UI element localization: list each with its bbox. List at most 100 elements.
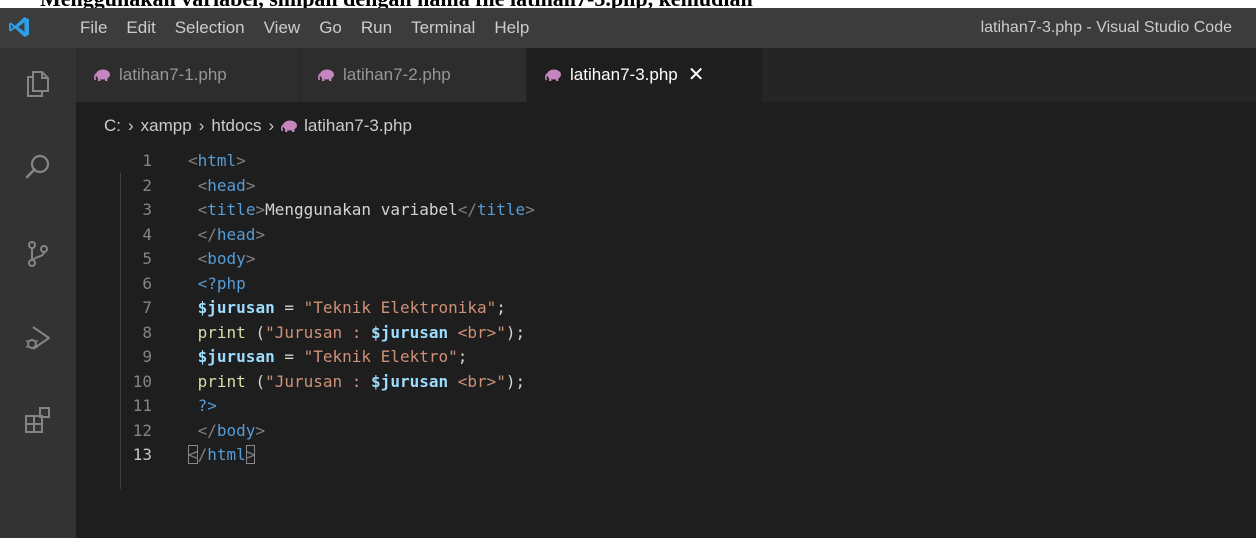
code-token: </ — [457, 200, 478, 219]
code-token: <br>" — [448, 322, 506, 342]
breadcrumb-folder-xampp[interactable]: xampp — [141, 116, 192, 136]
code-text: </body> — [188, 419, 265, 444]
code-line[interactable]: 8 print ("Jurusan : $jurusan <br>"); — [76, 321, 1256, 346]
menu-view[interactable]: View — [264, 18, 301, 38]
code-line[interactable]: 9 $jurusan = "Teknik Elektro"; — [76, 345, 1256, 370]
code-line[interactable]: 2 <head> — [76, 174, 1256, 199]
activity-source-control[interactable] — [18, 234, 58, 274]
code-text: print ("Jurusan : $jurusan <br>"); — [188, 370, 526, 395]
code-token: = — [274, 347, 304, 366]
code-token: = — [274, 298, 304, 317]
code-token: title — [207, 200, 256, 219]
breadcrumb-separator: › — [268, 116, 275, 135]
breadcrumb: C: › xampp › htdocs › latihan7-3.php — [104, 116, 412, 136]
code-token: "Teknik Elektronika" — [303, 298, 497, 317]
code-line[interactable]: 7 $jurusan = "Teknik Elektronika"; — [76, 296, 1256, 321]
document-caption-fragment: Menggunakan variabel, simpan dengan nama… — [0, 0, 1256, 8]
menu-edit[interactable]: Edit — [126, 18, 155, 38]
activity-extensions[interactable] — [18, 400, 58, 440]
code-token: "Jurusan : — [265, 322, 372, 342]
line-number: 7 — [142, 298, 152, 317]
code-token: ); — [505, 322, 526, 342]
code-line[interactable]: 13 </html> — [76, 443, 1256, 468]
close-icon[interactable]: ✕ — [688, 65, 705, 85]
code-token: html — [197, 151, 237, 170]
line-number: 9 — [142, 347, 152, 366]
code-text: <html> — [188, 149, 246, 174]
tab-label: latihan7-2.php — [343, 65, 451, 84]
activity-run-debug[interactable] — [18, 318, 58, 358]
code-line[interactable]: 10 print ("Jurusan : $jurusan <br>"); — [76, 370, 1256, 395]
code-token: <?php — [197, 273, 246, 293]
code-token: ); — [505, 371, 526, 391]
line-number: 8 — [142, 322, 152, 342]
line-number: 12 — [132, 420, 152, 440]
tab-latihan7-1[interactable]: latihan7-1.php — [76, 48, 300, 102]
line-number: 1 — [142, 151, 152, 170]
activity-bar — [0, 48, 76, 538]
code-token: ?> — [197, 396, 217, 415]
code-line[interactable]: 12 </body> — [76, 419, 1256, 444]
code-token: ( — [245, 322, 266, 342]
tab-label: latihan7-3.php — [570, 65, 678, 84]
code-line[interactable]: 3 <title>Menggunakan variabel</title> — [76, 198, 1256, 223]
code-token: > — [236, 151, 246, 170]
menu-terminal[interactable]: Terminal — [411, 18, 475, 38]
breadcrumb-file[interactable]: latihan7-3.php — [304, 116, 412, 136]
menu-file[interactable]: File — [80, 18, 107, 38]
code-line[interactable]: 5 <body> — [76, 247, 1256, 272]
line-number: 6 — [142, 273, 152, 293]
code-text: <body> — [188, 247, 256, 272]
php-elephant-icon — [281, 120, 298, 132]
menu-selection[interactable]: Selection — [175, 18, 245, 38]
code-token: > — [245, 249, 256, 268]
code-token: Menggunakan variabel — [265, 200, 458, 219]
code-text: <title>Menggunakan variabel</title> — [188, 198, 535, 223]
menu-run[interactable]: Run — [361, 18, 392, 38]
code-token: < — [197, 175, 208, 195]
code-token: > — [245, 445, 256, 464]
line-number: 11 — [132, 396, 152, 415]
code-token: head — [216, 224, 256, 244]
activity-explorer[interactable] — [18, 64, 58, 104]
code-line[interactable]: 6 <?php — [76, 272, 1256, 297]
menu-go[interactable]: Go — [319, 18, 342, 38]
line-number: 13 — [132, 445, 152, 464]
code-token: $jurusan — [197, 347, 275, 366]
tab-latihan7-3[interactable]: latihan7-3.php ✕ — [527, 48, 763, 102]
code-line[interactable]: 11 ?> — [76, 394, 1256, 419]
code-token: body — [207, 249, 246, 268]
tab-label: latihan7-1.php — [119, 65, 227, 84]
breadcrumb-separator: › — [128, 116, 134, 135]
title-bar: File Edit Selection View Go Run Terminal… — [0, 8, 1256, 48]
code-line[interactable]: 1 <html> — [76, 149, 1256, 174]
code-token: $jurusan — [371, 371, 449, 391]
php-elephant-icon — [545, 69, 561, 81]
code-editor[interactable]: 1 <html> 2 <head> 3 <title>Menggunakan vari… — [76, 149, 1256, 468]
code-text: <head> — [188, 174, 256, 199]
code-text: </head> — [188, 223, 265, 248]
vscode-logo-icon — [9, 17, 29, 37]
activity-search[interactable] — [18, 147, 58, 187]
run-debug-icon — [26, 326, 50, 350]
code-token: <br>" — [448, 371, 506, 391]
code-token: </ — [197, 224, 217, 244]
code-token: $jurusan — [197, 298, 275, 317]
code-token: > — [525, 200, 535, 219]
breadcrumb-folder-htdocs[interactable]: htdocs — [211, 116, 261, 136]
explorer-icon — [27, 71, 49, 97]
code-token: ; — [496, 298, 506, 317]
source-control-icon — [28, 241, 48, 267]
breadcrumb-drive[interactable]: C: — [104, 116, 121, 136]
code-line[interactable]: 4 </head> — [76, 223, 1256, 248]
line-number: 5 — [142, 249, 152, 268]
tab-latihan7-2[interactable]: latihan7-2.php — [300, 48, 527, 102]
menu-help[interactable]: Help — [494, 18, 529, 38]
code-token: < — [188, 445, 198, 464]
